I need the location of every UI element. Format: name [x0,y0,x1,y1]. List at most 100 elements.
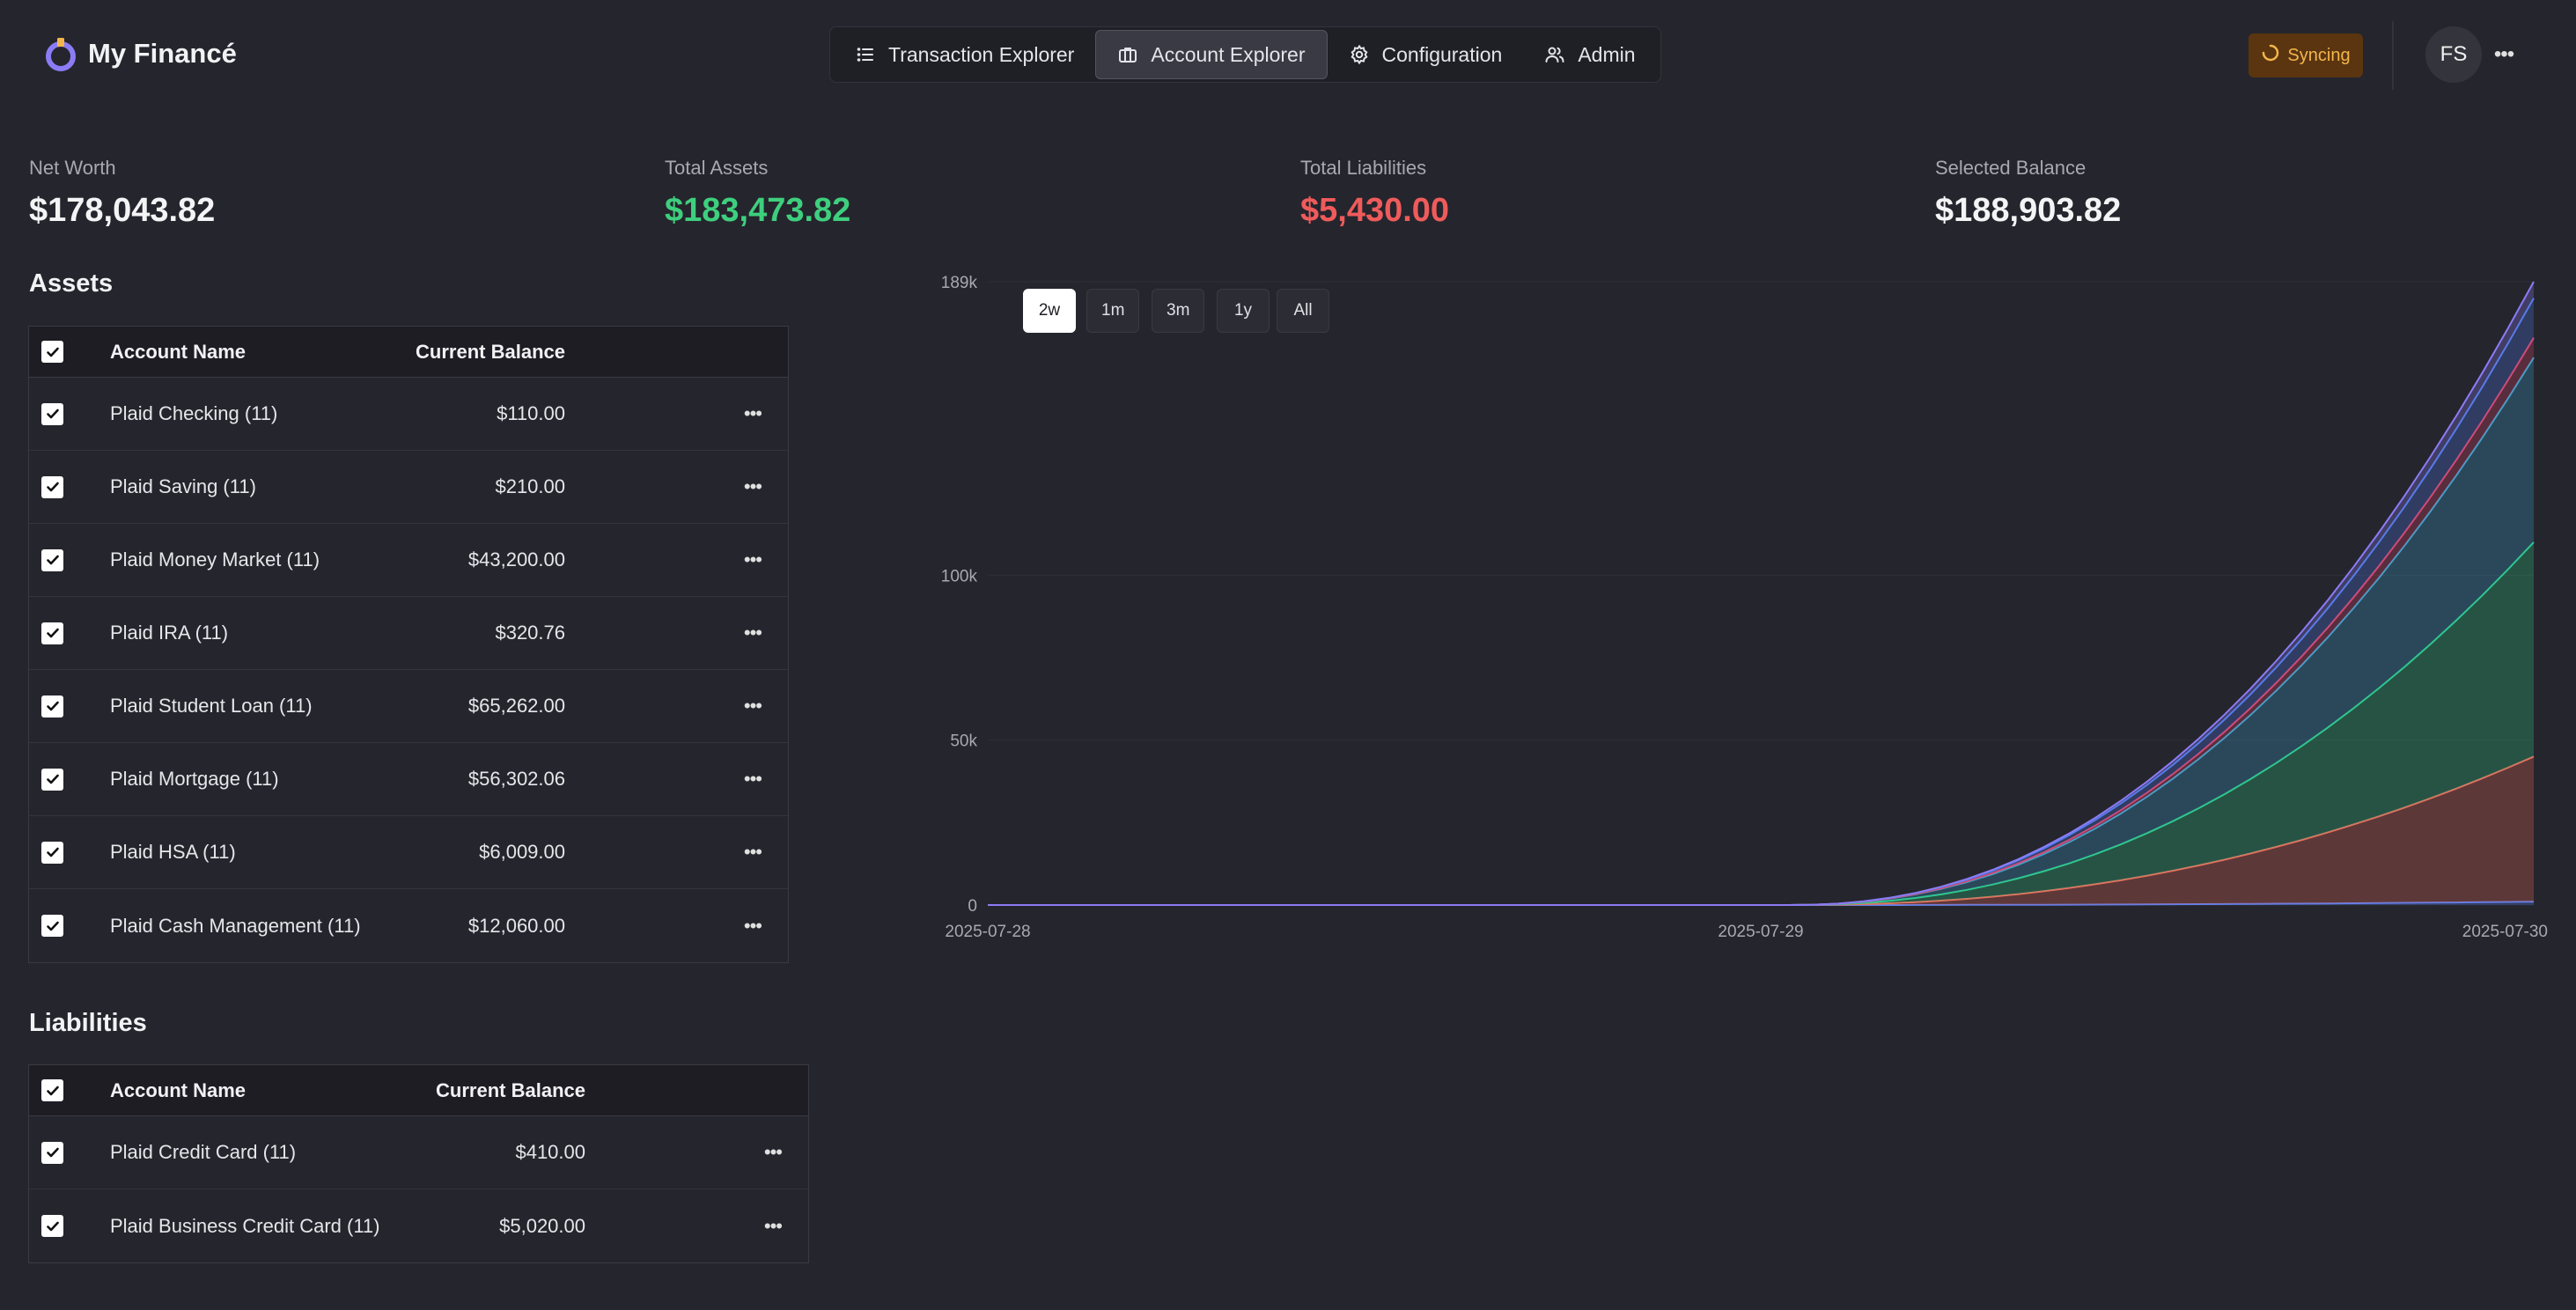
row-more-icon[interactable]: ••• [744,915,762,938]
account-balance: $12,060.00 [467,914,565,937]
sync-label: Syncing [2287,45,2351,65]
row-checkbox[interactable] [41,841,63,864]
account-balance: $5,020.00 [499,1214,585,1237]
row-checkbox[interactable] [41,475,63,498]
tab-configuration[interactable]: Configuration [1328,30,1524,79]
sync-status-badge: Syncing [2248,33,2363,77]
y-tick-label: 0 [968,897,977,916]
row-more-icon[interactable]: ••• [744,841,762,864]
account-name: Plaid HSA (11) [110,841,236,863]
tab-account-explorer[interactable]: Account Explorer [1095,30,1328,79]
column-header-balance: Current Balance [416,340,565,363]
stat-label: Total Assets [665,157,769,179]
account-balance: $56,302.06 [467,768,565,790]
stat-value: $5,430.00 [1300,192,1450,229]
row-more-icon[interactable]: ••• [744,475,762,498]
table-row[interactable]: Plaid HSA (11) $6,009.00 ••• [29,816,788,889]
row-checkbox[interactable] [41,402,63,425]
row-checkbox[interactable] [41,768,63,791]
gear-icon [1349,44,1370,65]
list-icon [855,44,876,65]
account-balance: $65,262.00 [467,695,565,717]
table-row[interactable]: Plaid Saving (11) $210.00 ••• [29,451,788,524]
account-balance: $110.00 [497,402,565,424]
range-button-3m[interactable]: 3m [1152,289,1205,333]
stat-label: Net Worth [29,157,116,179]
row-more-icon[interactable]: ••• [764,1215,783,1238]
row-more-icon[interactable]: ••• [744,768,762,791]
tab-label: Account Explorer [1151,42,1306,66]
table-row[interactable]: Plaid Business Credit Card (11) $5,020.00… [29,1189,808,1262]
tab-admin[interactable]: Admin [1523,30,1656,79]
range-button-1y[interactable]: 1y [1217,289,1270,333]
account-name: Plaid Business Credit Card (11) [110,1214,380,1237]
liabilities-table: Account Name Current Balance Plaid Credi… [28,1064,809,1263]
table-row[interactable]: Plaid Cash Management (11) $12,060.00 ••• [29,889,788,962]
row-more-icon[interactable]: ••• [744,695,762,718]
select-all-checkbox[interactable] [41,1079,63,1101]
range-button-all[interactable]: All [1277,289,1329,333]
assets-title: Assets [29,269,114,298]
table-row[interactable]: Plaid Mortgage (11) $56,302.06 ••• [29,743,788,816]
stat-total-liabilities: Total Liabilities $5,430.00 [1300,157,1449,230]
table-row[interactable]: Plaid Checking (11) $110.00 ••• [29,378,788,451]
account-balance: $320.76 [495,622,565,644]
account-name: Plaid Credit Card (11) [110,1141,297,1163]
app-logo[interactable]: My Financé [44,35,237,72]
row-more-icon[interactable]: ••• [764,1141,783,1164]
tab-label: Configuration [1381,42,1503,66]
user-avatar[interactable]: FS [2425,26,2482,83]
stat-net-worth: Net Worth $178,043.82 [29,157,215,230]
range-button-1m[interactable]: 1m [1086,289,1140,333]
table-row[interactable]: Plaid IRA (11) $320.76 ••• [29,597,788,670]
row-more-icon[interactable]: ••• [744,548,762,571]
tab-transaction-explorer[interactable]: Transaction Explorer [834,30,1095,79]
header-divider [2392,21,2394,90]
tab-label: Transaction Explorer [888,42,1075,66]
account-balance: $410.00 [515,1141,585,1163]
account-name: Plaid Cash Management (11) [110,914,361,937]
table-header: Account Name Current Balance [29,1065,808,1116]
account-name: Plaid IRA (11) [110,622,229,644]
main-nav: Transaction Explorer Account Explorer Co… [829,26,1661,83]
x-tick-label: 2025-07-29 [1718,923,1803,941]
stat-value: $188,903.82 [1935,192,2122,229]
liabilities-title: Liabilities [29,1009,147,1037]
select-all-checkbox[interactable] [41,341,63,363]
account-name: Plaid Checking (11) [110,402,278,424]
stat-total-assets: Total Assets $183,473.82 [665,157,850,230]
row-more-icon[interactable]: ••• [744,402,762,425]
account-balance: $43,200.00 [467,548,565,570]
row-more-icon[interactable]: ••• [744,622,762,644]
stat-label: Total Liabilities [1300,157,1427,179]
top-bar: My Financé Transaction Explorer Account … [0,0,2576,111]
row-checkbox[interactable] [41,622,63,644]
x-tick-label: 2025-07-30 [2462,923,2548,941]
y-tick-label: 50k [950,732,977,751]
spinner-icon [2261,43,2280,68]
row-checkbox[interactable] [41,1215,63,1237]
range-button-2w[interactable]: 2w [1023,289,1076,333]
row-checkbox[interactable] [41,548,63,571]
account-name: Plaid Money Market (11) [110,548,320,570]
table-row[interactable]: Plaid Credit Card (11) $410.00 ••• [29,1116,808,1189]
assets-table: Account Name Current Balance Plaid Check… [28,326,789,963]
x-tick-label: 2025-07-28 [945,923,1030,941]
table-row[interactable]: Plaid Money Market (11) $43,200.00 ••• [29,524,788,597]
table-row[interactable]: Plaid Student Loan (11) $65,262.00 ••• [29,670,788,743]
row-checkbox[interactable] [41,915,63,937]
account-name: Plaid Saving (11) [110,475,256,497]
stat-label: Selected Balance [1935,157,2087,179]
logo-icon [44,35,77,72]
row-checkbox[interactable] [41,695,63,718]
stat-value: $178,043.82 [29,192,216,229]
column-header-name: Account Name [110,340,247,363]
tab-label: Admin [1578,42,1636,66]
row-checkbox[interactable] [41,1141,63,1164]
more-options-icon[interactable]: ••• [2493,39,2514,70]
balance-chart: 0 50k 100k 189k 2025-07-28 2025-07-29 2025-07-… [941,274,2548,941]
stat-selected-balance: Selected Balance $188,903.82 [1935,157,2121,230]
briefcase-icon [1117,44,1138,65]
column-header-balance: Current Balance [436,1078,585,1101]
stat-value: $183,473.82 [665,192,851,229]
